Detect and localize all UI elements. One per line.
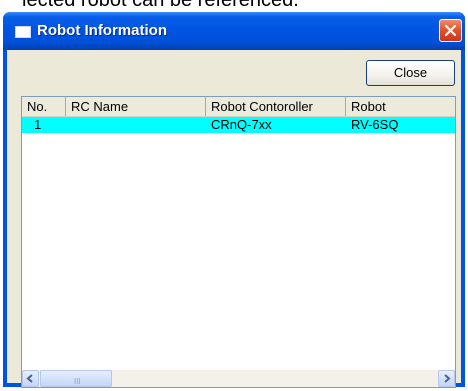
cell-robot: RV-6SQ: [351, 117, 399, 132]
window-title: Robot Information: [37, 22, 167, 39]
list-header: No. RC Name Robot Contoroller Robot: [22, 97, 455, 117]
column-header-rc-name[interactable]: RC Name: [66, 97, 206, 116]
table-row[interactable]: 1 CRnQ-7xx RV-6SQ: [22, 117, 455, 133]
cell-robot-controller: CRnQ-7xx: [211, 117, 272, 132]
title-bar[interactable]: Robot Information: [3, 12, 465, 50]
chevron-left-icon: [26, 374, 33, 383]
robot-list[interactable]: No. RC Name Robot Contoroller Robot 1 CR…: [21, 96, 456, 388]
background-caption: lected robot can be referenced.: [0, 0, 468, 12]
scroll-right-button[interactable]: [438, 370, 455, 387]
robot-information-window: Robot Information Close No. RC Name Robo…: [3, 12, 465, 388]
column-header-no[interactable]: No.: [22, 97, 66, 116]
scroll-thumb[interactable]: III: [40, 370, 112, 387]
column-header-robot-controller[interactable]: Robot Contoroller: [206, 97, 346, 116]
scroll-grip: III: [74, 377, 81, 386]
window-client-area: Close No. RC Name Robot Contoroller Robo…: [7, 50, 461, 388]
horizontal-scrollbar[interactable]: III: [22, 370, 455, 387]
close-icon[interactable]: [439, 19, 462, 42]
caption-text: lected robot can be referenced.: [22, 0, 299, 11]
close-button[interactable]: Close: [366, 60, 455, 86]
scroll-left-button[interactable]: [22, 370, 39, 387]
chevron-right-icon: [444, 374, 451, 383]
column-header-robot[interactable]: Robot: [346, 97, 455, 116]
cell-no: 1: [34, 117, 42, 132]
cell-rc-name: [66, 117, 206, 133]
window-icon: [15, 26, 31, 38]
